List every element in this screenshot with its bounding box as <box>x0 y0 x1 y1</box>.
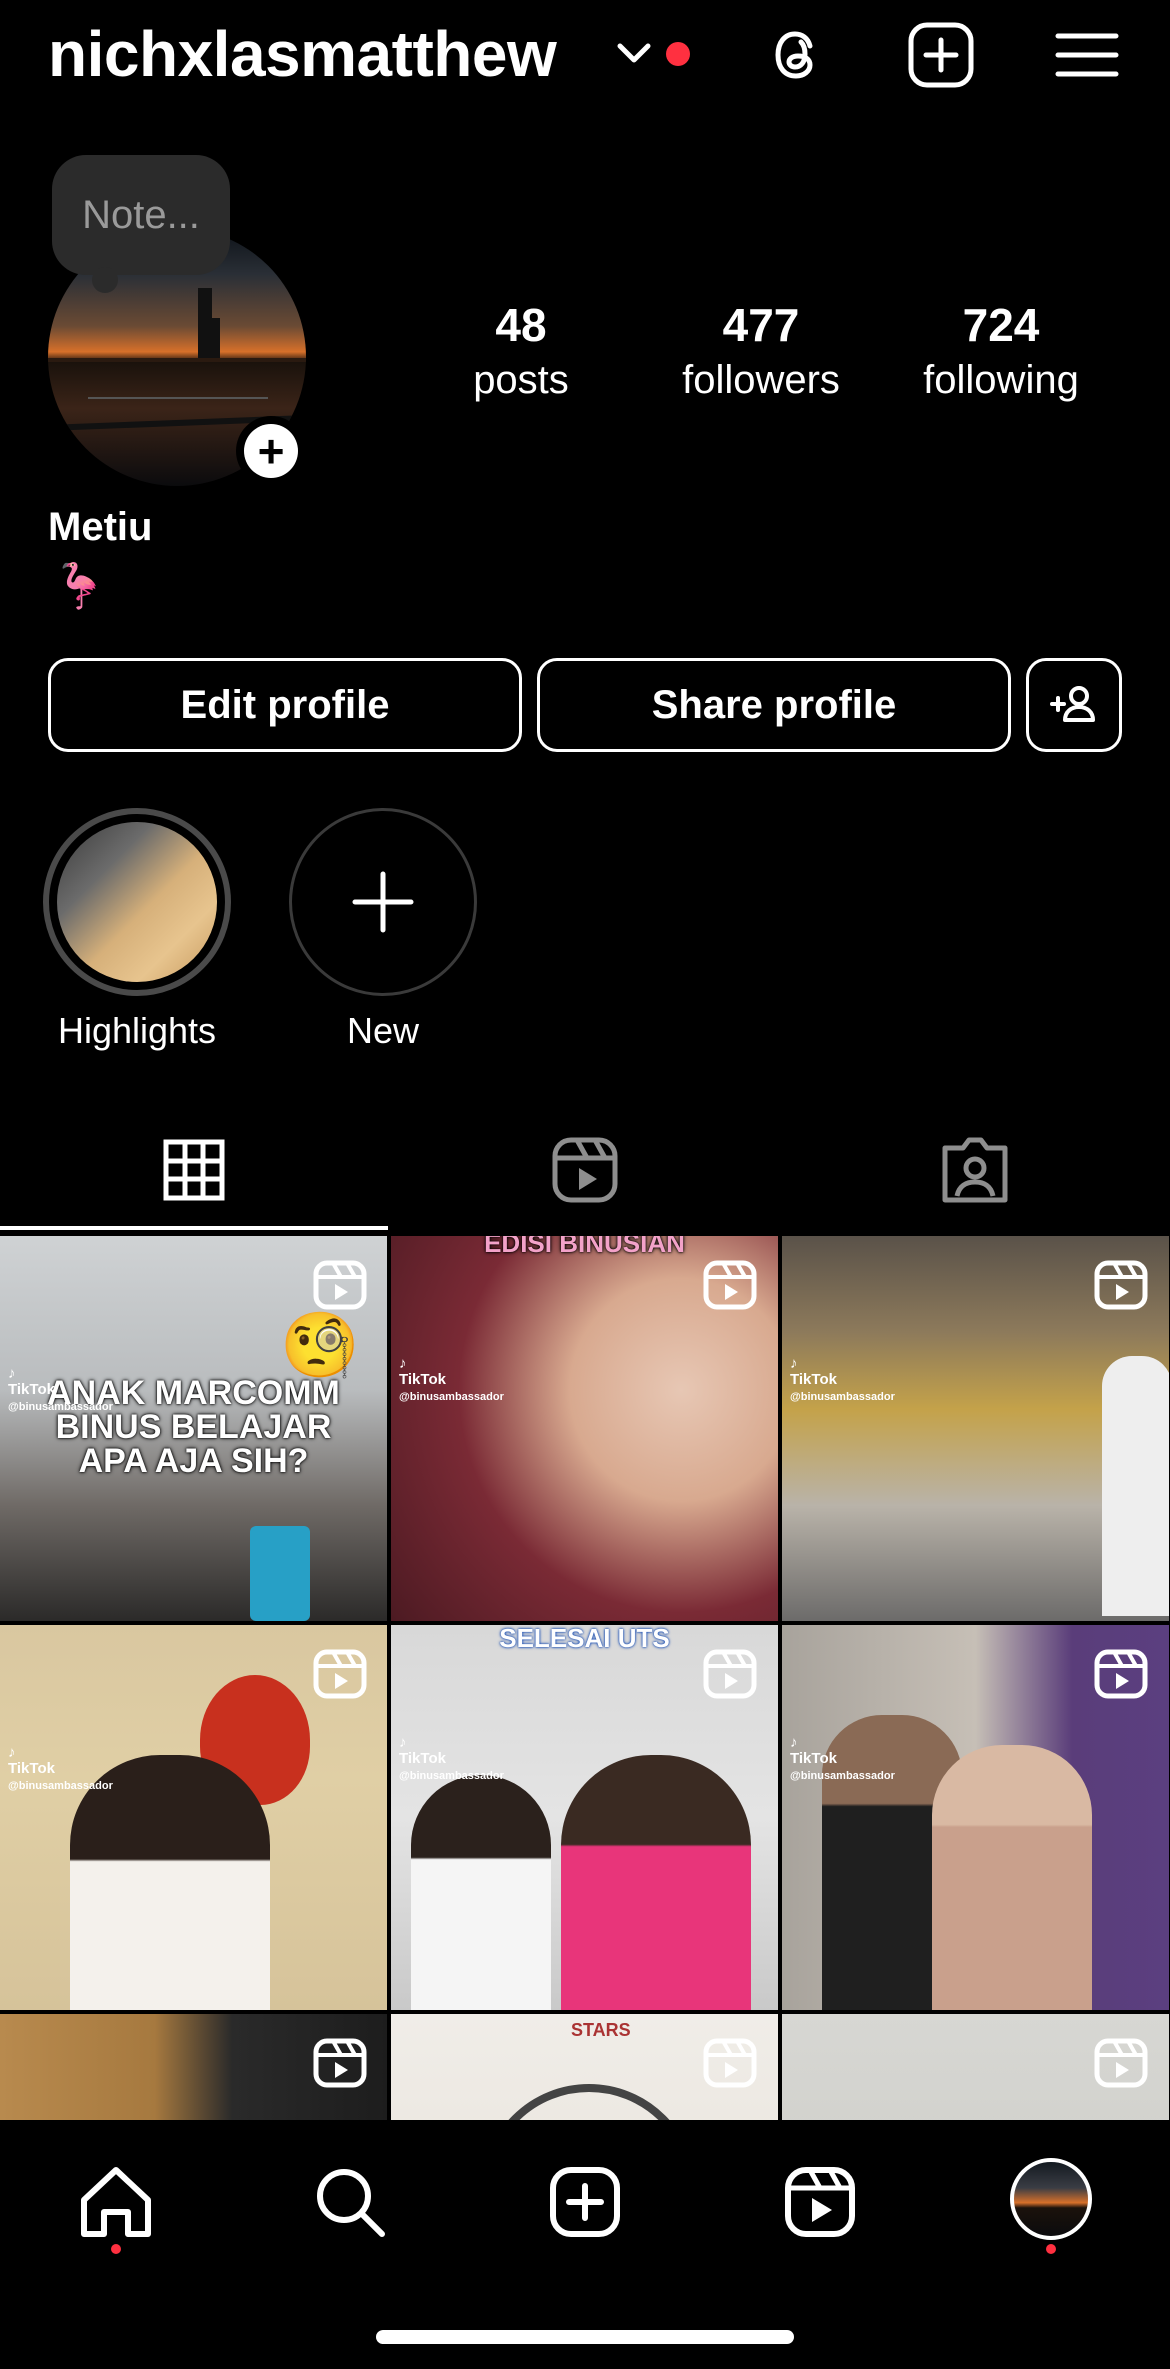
reel-indicator-icon <box>703 1649 757 1699</box>
following-count[interactable]: 724 following <box>891 296 1111 406</box>
create-post-icon[interactable] <box>906 20 976 90</box>
reel-indicator-icon <box>1094 1649 1148 1699</box>
tiktok-watermark: ♪ TikTok @binusambassador <box>399 1355 504 1404</box>
reel-indicator-icon <box>1094 1260 1148 1310</box>
plus-icon: + <box>244 424 298 478</box>
reel-indicator-icon <box>703 2038 757 2088</box>
tiktok-watermark: ♪ TikTok @binusambassador <box>399 1734 504 1783</box>
edit-profile-button[interactable]: Edit profile <box>48 658 522 752</box>
add-story-button[interactable]: + <box>236 416 306 486</box>
threads-icon[interactable] <box>762 20 832 90</box>
bio-text: 🦩 <box>52 562 107 611</box>
arch <box>481 2084 697 2120</box>
posts-count[interactable]: 48 posts <box>411 296 631 406</box>
active-tab-indicator <box>0 1226 388 1230</box>
profile-username[interactable]: nichxlasmatthew <box>48 14 557 94</box>
reel-indicator-icon <box>1094 2038 1148 2088</box>
chef-figure <box>1102 1356 1169 1616</box>
reel-indicator-icon <box>313 1260 367 1310</box>
menu-icon[interactable] <box>1052 20 1122 90</box>
stat-value: 724 <box>962 299 1040 351</box>
tiktok-watermark: ♪ TikTok @binusambassador <box>790 1355 895 1404</box>
stat-label: following <box>923 358 1079 402</box>
plus-icon <box>352 871 414 933</box>
profile-tab-avatar[interactable] <box>1010 2158 1092 2240</box>
posts-grid: ANAK MARCOMM BINUS BELAJAR APA AJA SIH? … <box>0 1236 1170 2120</box>
discover-people-button[interactable] <box>1026 658 1122 752</box>
add-person-icon <box>1050 686 1095 722</box>
stat-label: posts <box>473 358 569 402</box>
person-figure <box>561 1755 751 2010</box>
reels-icon[interactable] <box>780 2162 860 2242</box>
home-notification-dot <box>111 2244 121 2254</box>
share-profile-button[interactable]: Share profile <box>537 658 1011 752</box>
note-bubble[interactable]: Note... <box>52 155 230 293</box>
tiktok-watermark: ♪ TikTok @binusambassador <box>8 1365 113 1414</box>
highlight-label: Highlights <box>57 1010 217 1051</box>
home-indicator[interactable] <box>376 2330 794 2344</box>
stat-value: 48 <box>495 299 547 351</box>
post-caption: EDISI BINUSIAN <box>484 1236 685 1258</box>
profile-notification-dot <box>1046 2244 1056 2254</box>
chevron-down-icon[interactable] <box>614 38 654 68</box>
home-icon[interactable] <box>76 2162 156 2242</box>
search-icon[interactable] <box>310 2162 390 2242</box>
display-name: Metiu <box>48 505 153 549</box>
reel-indicator-icon <box>313 2038 367 2088</box>
reel-indicator-icon <box>313 1649 367 1699</box>
reels-tab-icon[interactable] <box>545 1130 625 1210</box>
cup <box>250 1526 310 1621</box>
notification-dot <box>666 42 690 66</box>
person-figure <box>411 1775 551 2010</box>
new-highlight-button[interactable] <box>289 808 477 996</box>
person-figure <box>932 1745 1092 2010</box>
stat-label: followers <box>682 358 840 402</box>
grid-icon[interactable] <box>154 1130 234 1210</box>
tiktok-watermark: ♪ TikTok @binusambassador <box>8 1744 113 1793</box>
highlight-story[interactable] <box>43 808 231 996</box>
thinking-emoji: 🧐 <box>280 1309 360 1381</box>
create-icon[interactable] <box>545 2162 625 2242</box>
stat-value: 477 <box>722 299 800 351</box>
followers-count[interactable]: 477 followers <box>651 296 871 406</box>
tagged-icon[interactable] <box>935 1130 1015 1210</box>
stars-logo: STARS <box>571 2020 631 2040</box>
highlight-label: New <box>346 1010 420 1051</box>
reel-indicator-icon <box>703 1260 757 1310</box>
tiktok-watermark: ♪ TikTok @binusambassador <box>790 1734 895 1783</box>
highlight-cover <box>57 822 217 982</box>
